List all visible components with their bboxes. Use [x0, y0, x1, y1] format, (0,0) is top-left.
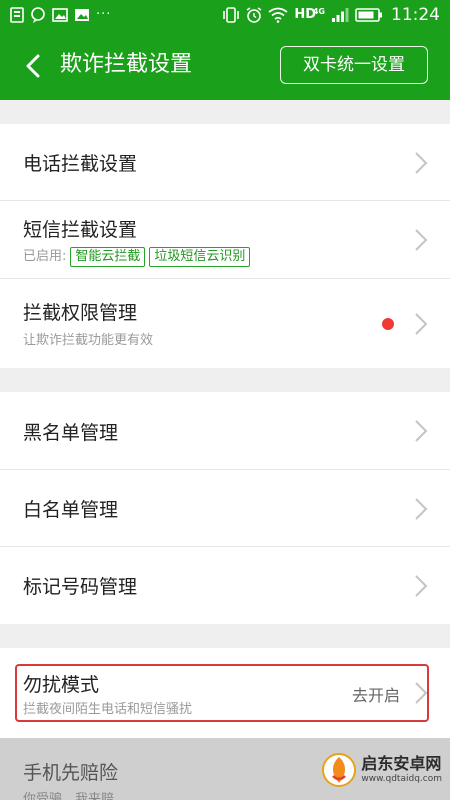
notification-photo-icon	[75, 9, 89, 21]
dual-sim-settings-button[interactable]: 双卡统一设置	[280, 46, 428, 84]
call-block-row[interactable]: 电话拦截设置	[0, 124, 450, 201]
sms-block-row[interactable]: 短信拦截设置 已启用: 智能云拦截 垃圾短信云识别	[0, 201, 450, 279]
page-title: 欺诈拦截设置	[60, 52, 193, 77]
smart-cloud-block-tag: 智能云拦截	[70, 247, 146, 267]
notification-app-icon	[10, 7, 24, 23]
watermark-url: www.qdtaidq.com	[361, 774, 442, 784]
chevron-right-icon	[415, 498, 428, 520]
marked-numbers-title: 标记号码管理	[23, 576, 138, 598]
dnd-highlight-box	[15, 664, 429, 722]
sms-enabled-features: 已启用: 智能云拦截 垃圾短信云识别	[23, 245, 251, 267]
blacklist-title: 黑名单管理	[23, 422, 119, 444]
permission-subtitle: 让欺诈拦截功能更有效	[23, 333, 154, 348]
chevron-right-icon	[415, 420, 428, 442]
signal-icon	[332, 8, 349, 22]
chevron-right-icon	[415, 313, 428, 335]
watermark-logo-icon	[322, 753, 357, 787]
chevron-right-icon	[415, 152, 428, 174]
chevron-right-icon	[415, 229, 428, 251]
alarm-icon	[246, 7, 262, 23]
watermark-name: 启东安卓网	[361, 754, 442, 773]
intercept-settings-card: 电话拦截设置 短信拦截设置 已启用: 智能云拦截 垃圾短信云识别 拦截权限管理 让欺…	[0, 124, 450, 368]
app-bar: 欺诈拦截设置 双卡统一设置	[0, 30, 450, 100]
status-bar: ··· HD 4G 11:24	[0, 0, 450, 30]
vibrate-icon	[223, 7, 240, 23]
notification-image-icon	[52, 8, 68, 22]
chevron-right-icon	[415, 575, 428, 597]
notification-chat-icon	[31, 7, 45, 23]
compensation-subtitle: 你受骗，我来赔	[23, 792, 115, 800]
battery-icon	[355, 8, 382, 22]
permission-title: 拦截权限管理	[23, 302, 138, 324]
marked-numbers-row[interactable]: 标记号码管理	[0, 547, 450, 624]
whitelist-title: 白名单管理	[23, 499, 119, 521]
blacklist-row[interactable]: 黑名单管理	[0, 392, 450, 470]
whitelist-row[interactable]: 白名单管理	[0, 470, 450, 547]
wifi-icon	[268, 7, 288, 23]
new-badge-dot	[382, 318, 394, 330]
watermark: 启东安卓网 www.qdtaidq.com	[321, 752, 442, 788]
network-indicator: HD 4G	[294, 7, 325, 22]
sms-block-title: 短信拦截设置	[23, 219, 138, 241]
permission-row[interactable]: 拦截权限管理 让欺诈拦截功能更有效	[0, 279, 450, 368]
clock: 11:24	[391, 5, 440, 25]
back-arrow-icon[interactable]	[20, 52, 48, 80]
compensation-title: 手机先赔险	[23, 762, 119, 784]
sms-enabled-prefix: 已启用:	[23, 249, 67, 264]
more-notifications: ···	[96, 7, 112, 22]
call-block-title: 电话拦截设置	[23, 153, 138, 175]
spam-sms-cloud-tag: 垃圾短信云识别	[149, 247, 251, 267]
number-lists-card: 黑名单管理 白名单管理 标记号码管理	[0, 392, 450, 624]
